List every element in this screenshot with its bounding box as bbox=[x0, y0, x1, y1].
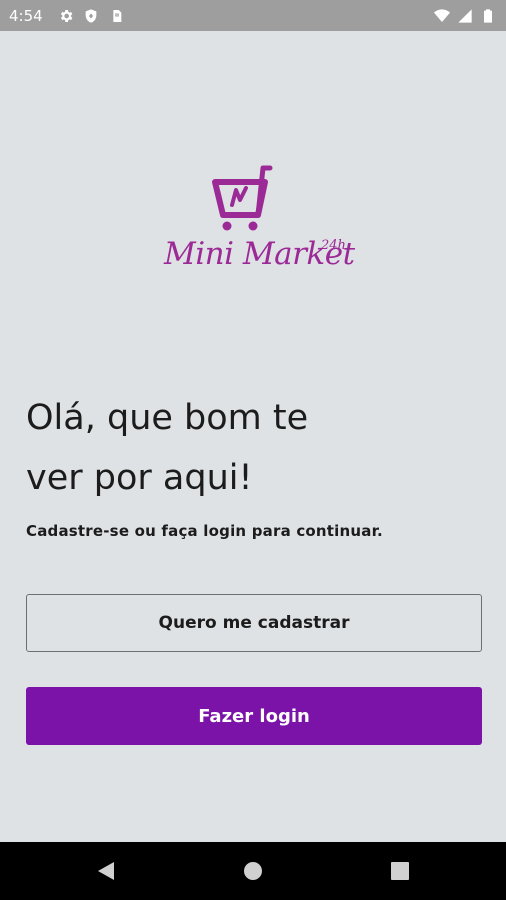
recents-icon[interactable] bbox=[390, 861, 410, 881]
login-button[interactable]: Fazer login bbox=[26, 687, 482, 745]
home-icon[interactable] bbox=[243, 861, 263, 881]
shield-icon bbox=[83, 8, 99, 24]
greeting-heading: Olá, que bom te ver por aqui! bbox=[26, 388, 446, 508]
subtitle: Cadastre-se ou faça login para continuar… bbox=[26, 522, 383, 540]
status-bar: 4:54 bbox=[0, 0, 506, 31]
gear-icon bbox=[58, 8, 74, 24]
wifi-icon bbox=[434, 8, 450, 24]
battery-icon bbox=[480, 8, 496, 24]
back-icon[interactable] bbox=[96, 861, 116, 881]
greeting-line-1: Olá, que bom te bbox=[26, 398, 309, 438]
shopping-cart-icon bbox=[212, 165, 273, 231]
signal-icon bbox=[457, 8, 473, 24]
login-button-label: Fazer login bbox=[198, 705, 310, 727]
register-button-label: Quero me cadastrar bbox=[158, 613, 350, 633]
status-time: 4:54 bbox=[9, 6, 43, 25]
register-button[interactable]: Quero me cadastrar bbox=[26, 594, 482, 652]
logo-superscript: 24h bbox=[321, 238, 346, 253]
mini-market-logo: Mini Market 24h bbox=[160, 160, 355, 285]
greeting-line-2: ver por aqui! bbox=[26, 458, 253, 498]
navigation-bar bbox=[0, 842, 506, 900]
sim-card-icon bbox=[108, 8, 124, 24]
